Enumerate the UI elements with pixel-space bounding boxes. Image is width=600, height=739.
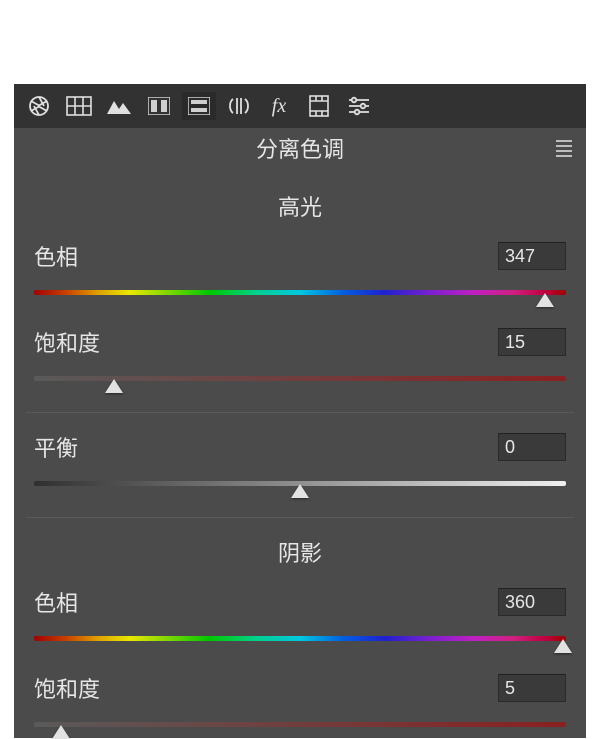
lens-icon[interactable] (222, 92, 256, 120)
grid-icon[interactable] (62, 92, 96, 120)
balance-row: 平衡 (14, 431, 586, 463)
shadows-sat-input[interactable] (498, 674, 566, 702)
highlights-sat-input[interactable] (498, 328, 566, 356)
highlights-sat-label: 饱和度 (34, 326, 114, 358)
panel-body: 高光 色相 饱和度 平衡 (14, 168, 586, 738)
split-toning-panel: 分离色调 高光 色相 饱和度 (14, 128, 586, 738)
sat-track (34, 722, 566, 727)
slider-thumb[interactable] (554, 639, 572, 653)
aperture-icon[interactable] (22, 92, 56, 120)
rows-icon[interactable] (182, 92, 216, 120)
section-shadows-title: 阴影 (14, 536, 586, 568)
highlights-hue-row: 色相 (14, 240, 586, 272)
divider (26, 412, 574, 413)
shadows-hue-label: 色相 (34, 586, 114, 618)
panel-title: 分离色调 (256, 132, 344, 164)
hue-track (34, 290, 566, 295)
slider-thumb[interactable] (52, 725, 70, 739)
shadows-sat-label: 饱和度 (34, 672, 114, 704)
section-highlights-title: 高光 (14, 190, 586, 222)
balance-input[interactable] (498, 433, 566, 461)
slider-thumb[interactable] (291, 484, 309, 498)
panel-header: 分离色调 (14, 128, 586, 168)
sliders-icon[interactable] (342, 92, 376, 120)
hue-track (34, 636, 566, 641)
highlights-hue-input[interactable] (498, 242, 566, 270)
balance-label: 平衡 (34, 431, 114, 463)
panel-menu-icon[interactable] (556, 138, 576, 158)
divider (26, 517, 574, 518)
shadows-hue-input[interactable] (498, 588, 566, 616)
highlights-sat-row: 饱和度 (14, 326, 586, 358)
columns-icon[interactable] (142, 92, 176, 120)
shadows-hue-slider[interactable] (34, 628, 566, 652)
balance-slider[interactable] (34, 473, 566, 497)
module-toolbar: fx (14, 84, 586, 128)
shadows-hue-row: 色相 (14, 586, 586, 618)
shadows-sat-slider[interactable] (34, 714, 566, 738)
shadows-sat-row: 饱和度 (14, 672, 586, 704)
slider-thumb[interactable] (536, 293, 554, 307)
frame-icon[interactable] (302, 92, 336, 120)
slider-thumb[interactable] (105, 379, 123, 393)
split-toning-panel-window: fx 分离色调 高光 (14, 84, 586, 714)
mountains-icon[interactable] (102, 92, 136, 120)
fx-icon[interactable]: fx (262, 92, 296, 120)
highlights-hue-label: 色相 (34, 240, 114, 272)
highlights-sat-slider[interactable] (34, 368, 566, 392)
highlights-hue-slider[interactable] (34, 282, 566, 306)
